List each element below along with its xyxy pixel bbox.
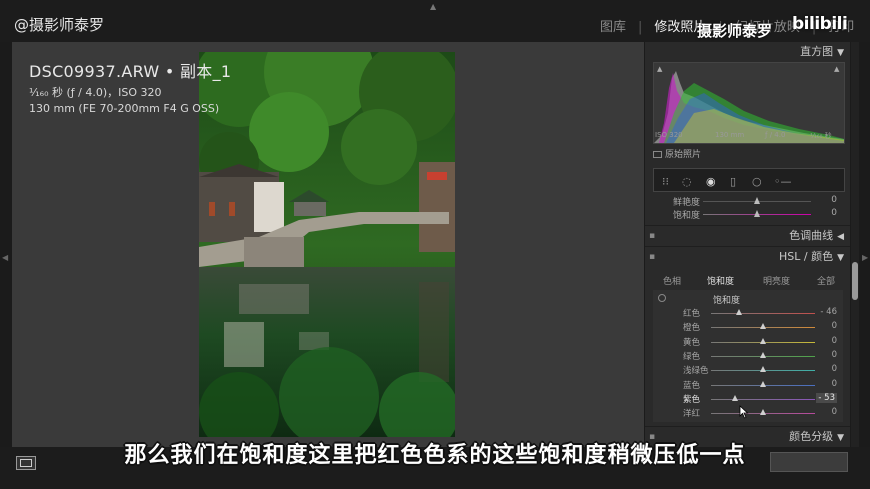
vibrance-value[interactable]: 0 [831,195,837,205]
original-photo-toggle[interactable]: 原始照片 [653,147,701,160]
hsl-row-value[interactable]: 0 [832,364,837,374]
hsl-row[interactable]: 绿色 0 [653,349,843,363]
collapse-top-icon[interactable]: ▲ [430,2,436,11]
histogram-title: 直方图 [800,45,834,58]
checkbox-icon[interactable] [653,151,662,158]
saturation-knob[interactable] [754,210,760,217]
panel-scrollbar[interactable] [851,42,859,447]
red-eye-icon[interactable]: ◉ [706,175,716,188]
collapse-right-icon[interactable]: ▶ [862,253,868,262]
hsl-row-label: 橙色 [683,323,701,334]
photo-info-overlay: DSC09937.ARW • 副本_1 ¹⁄₁₆₀ 秒 (ƒ / 4.0)，IS… [29,58,231,115]
exif-iso: ISO 320 [655,131,683,139]
hsl-row-label: 红色 [683,309,701,319]
saturation-label: 饱和度 [672,211,700,221]
photo-preview [199,52,455,437]
spot-removal-icon[interactable]: ◌ [682,175,692,188]
photo-lens: 130 mm (FE 70-200mm F4 G OSS) [29,102,220,115]
hsl-slider-knob[interactable] [760,337,766,344]
hsl-slider-knob[interactable] [760,351,766,358]
original-photo-label: 原始照片 [665,150,702,160]
svg-text:▲: ▲ [834,65,840,73]
hsl-row-label: 浅绿色 [683,366,709,377]
hsl-row-value[interactable]: 0 [832,379,837,389]
tab-hue[interactable]: 色相 [663,274,681,287]
hsl-section-title: 饱和度 [713,296,741,306]
hsl-row[interactable]: 红色 - 46 [653,306,843,320]
hsl-row-label: 黄色 [683,337,701,348]
hsl-slider-track[interactable] [711,398,815,400]
saturation-value[interactable]: 0 [831,208,837,218]
hsl-slider-knob[interactable] [736,309,743,315]
channel-watermark: @摄影师泰罗 [14,16,105,34]
hsl-row-label: 蓝色 [683,380,701,391]
hsl-row-label: 洋红 [683,409,701,420]
photo-filename: DSC09937.ARW • 副本_1 [29,62,232,81]
collapse-triangle-icon: ▼ [837,253,844,263]
tool-strip: ⁝⁝ ◌ ◉ ▯ ○ ◦— [653,168,845,192]
hsl-row[interactable]: 蓝色 0 [653,378,843,392]
graduated-filter-icon[interactable]: ▯ [730,175,736,188]
scrollbar-thumb[interactable] [852,262,858,300]
exif-shutter: ¹⁄₁₆₀ 秒 [810,132,832,140]
hsl-slider-knob[interactable] [760,366,766,373]
bilibili-logo: bilibili [792,14,848,34]
video-subtitle: 那么我们在饱和度这里把红色色系的这些饱和度稍微压低一点 [124,443,746,468]
tone-curve-title: 色调曲线 [789,229,834,242]
hsl-saturation-block: 饱和度 红色 - 46 橙色 0 黄色 0 绿色 0 浅绿色 0 蓝色 0 紫色 - 53 洋红 0 [653,290,843,422]
develop-right-panel: 直方图 ▼ ▲ ▲ ISO 320 130 mm ƒ / 4.0 ¹⁄₁₆₀ 秒 … [645,42,850,447]
tab-saturation[interactable]: 饱和度 [707,274,734,287]
svg-text:▲: ▲ [657,65,663,73]
overlay-brand-name: 摄影师泰罗 [697,22,773,40]
photo-image [199,52,455,437]
brush-icon[interactable]: ◦— [774,175,792,188]
exif-aperture: ƒ / 4.0 [765,131,786,139]
vibrance-row[interactable]: 鲜艳度 0 [655,195,843,208]
tone-curve-header[interactable]: ▪ 色调曲线 ◀ [645,225,850,245]
top-bar: @摄影师泰罗 ▲ 图库 | 修改照片 | 幻灯片放映 | 打印 摄影师泰罗 bilibili [0,0,870,42]
hsl-row[interactable]: 黄色 0 [653,335,843,349]
hsl-row-label: 绿色 [683,351,701,362]
module-library[interactable]: 图库 [600,20,626,35]
hsl-row-value[interactable]: - 53 [816,392,837,403]
tab-luminance[interactable]: 明亮度 [763,274,790,287]
hsl-row-value[interactable]: 0 [832,321,837,331]
hsl-header[interactable]: ▪ HSL / 颜色 ▼ [645,246,850,266]
radial-filter-icon[interactable]: ○ [752,175,762,188]
hsl-row-label: 紫色 [683,394,701,405]
targeted-adjust-icon[interactable] [658,294,666,302]
hsl-slider-knob[interactable] [760,323,766,330]
hsl-row-value[interactable]: 0 [832,350,837,360]
module-separator: | [638,20,643,35]
saturation-row[interactable]: 饱和度 0 [655,208,843,221]
hsl-row-value[interactable]: - 46 [820,307,837,317]
exif-focal: 130 mm [715,131,745,139]
photo-exposure: ¹⁄₁₆₀ 秒 (ƒ / 4.0)，ISO 320 [29,86,162,99]
hsl-slider-knob[interactable] [760,409,766,416]
hsl-row-value[interactable]: 0 [832,407,837,417]
histogram-header[interactable]: 直方图 ▼ [645,42,850,62]
expand-triangle-icon: ◀ [837,232,844,242]
crop-grid-icon[interactable]: ⁝⁝ [662,175,669,188]
hsl-slider-track[interactable] [711,313,815,314]
hsl-row[interactable]: 橙色 0 [653,320,843,334]
hsl-tabs: 色相 饱和度 明亮度 全部 [653,270,843,288]
collapse-left-icon[interactable]: ◀ [2,253,8,262]
hsl-slider-knob[interactable] [732,394,739,401]
hsl-slider-knob[interactable] [760,380,766,387]
tab-all[interactable]: 全部 [817,274,835,287]
hsl-row[interactable]: 浅绿色 0 [653,363,843,377]
collapse-triangle-icon: ▼ [837,48,844,58]
hsl-title: HSL / 颜色 [778,250,834,263]
photo-canvas: DSC09937.ARW • 副本_1 ¹⁄₁₆₀ 秒 (ƒ / 4.0)，IS… [12,42,644,447]
mouse-cursor-icon [739,405,749,419]
hsl-row-value[interactable]: 0 [832,336,837,346]
vibrance-knob[interactable] [754,197,760,204]
hsl-row[interactable]: 紫色 - 53 [653,392,843,406]
vibrance-label: 鲜艳度 [672,198,700,208]
